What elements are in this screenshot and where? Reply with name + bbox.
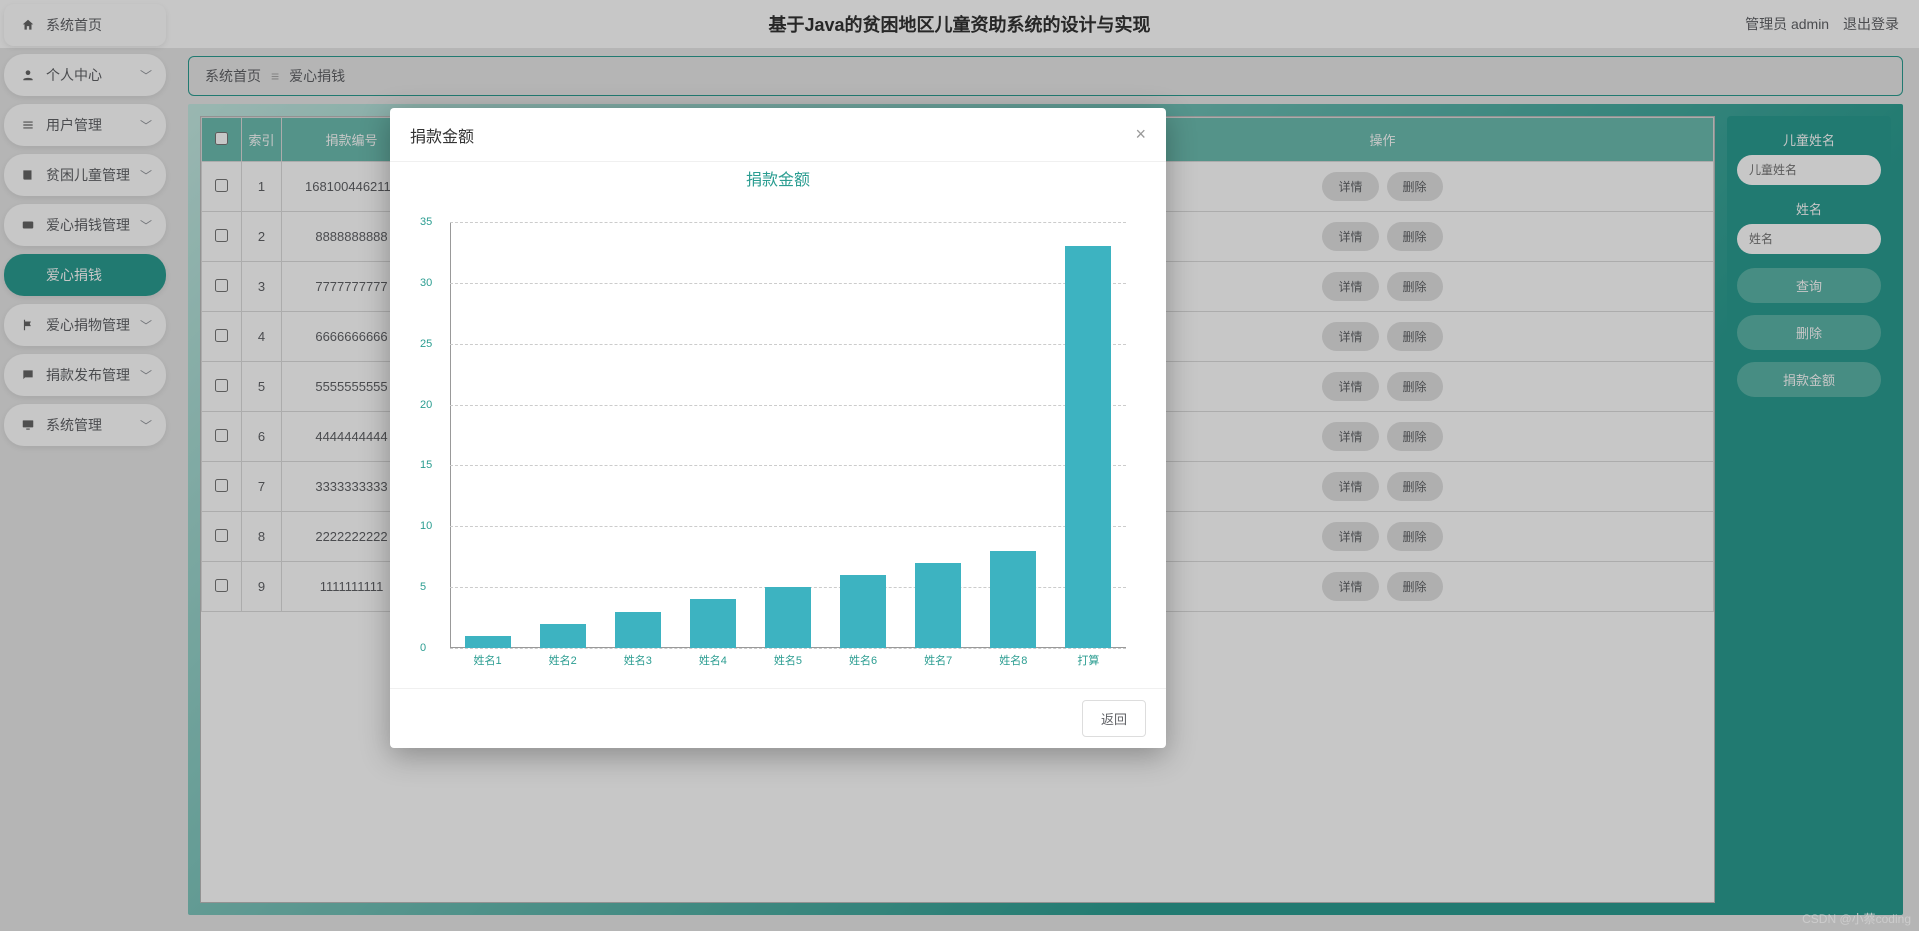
bar[interactable]	[690, 599, 736, 648]
chart-title: 捐款金额	[390, 166, 1166, 190]
chart-area: 05101520253035姓名1姓名2姓名3姓名4姓名5姓名6姓名7姓名8打算	[450, 222, 1126, 648]
bar[interactable]	[765, 587, 811, 648]
close-icon[interactable]: ×	[1135, 124, 1146, 145]
y-tick: 30	[420, 277, 432, 289]
y-tick: 15	[420, 459, 432, 471]
back-button[interactable]: 返回	[1082, 700, 1146, 737]
dialog-footer: 返回	[390, 688, 1166, 748]
bar[interactable]	[615, 612, 661, 649]
x-tick: 姓名2	[549, 652, 577, 668]
bar-slot: 姓名2	[525, 222, 600, 648]
x-tick: 姓名4	[699, 652, 727, 668]
x-tick: 姓名6	[849, 652, 877, 668]
x-tick: 姓名8	[999, 652, 1027, 668]
dialog-body: 捐款金额 05101520253035姓名1姓名2姓名3姓名4姓名5姓名6姓名7…	[390, 162, 1166, 688]
dialog-title: 捐款金额	[410, 123, 474, 147]
watermark: CSDN @小蔡coding	[1802, 910, 1911, 927]
dialog-header: 捐款金额 ×	[390, 108, 1166, 162]
y-tick: 20	[420, 399, 432, 411]
bar[interactable]	[990, 551, 1036, 648]
bar-slot: 打算	[1051, 222, 1126, 648]
x-tick: 姓名7	[924, 652, 952, 668]
bar-slot: 姓名7	[901, 222, 976, 648]
bar-slot: 姓名5	[750, 222, 825, 648]
bar-slot: 姓名4	[675, 222, 750, 648]
bar-slot: 姓名8	[976, 222, 1051, 648]
y-tick: 5	[420, 581, 426, 593]
bar-slot: 姓名1	[450, 222, 525, 648]
y-tick: 35	[420, 216, 432, 228]
bar-slot: 姓名6	[826, 222, 901, 648]
y-tick: 25	[420, 338, 432, 350]
bar-slot: 姓名3	[600, 222, 675, 648]
bar[interactable]	[540, 624, 586, 648]
grid-line	[450, 648, 1126, 649]
chart-dialog: 捐款金额 × 捐款金额 05101520253035姓名1姓名2姓名3姓名4姓名…	[390, 108, 1166, 748]
x-tick: 打算	[1077, 652, 1099, 668]
x-tick: 姓名1	[473, 652, 501, 668]
y-tick: 10	[420, 520, 432, 532]
bar[interactable]	[465, 636, 511, 648]
bar[interactable]	[840, 575, 886, 648]
bar[interactable]	[1065, 246, 1111, 648]
x-tick: 姓名5	[774, 652, 802, 668]
y-tick: 0	[420, 642, 426, 654]
bar[interactable]	[915, 563, 961, 648]
bars-container: 姓名1姓名2姓名3姓名4姓名5姓名6姓名7姓名8打算	[450, 222, 1126, 648]
x-tick: 姓名3	[624, 652, 652, 668]
